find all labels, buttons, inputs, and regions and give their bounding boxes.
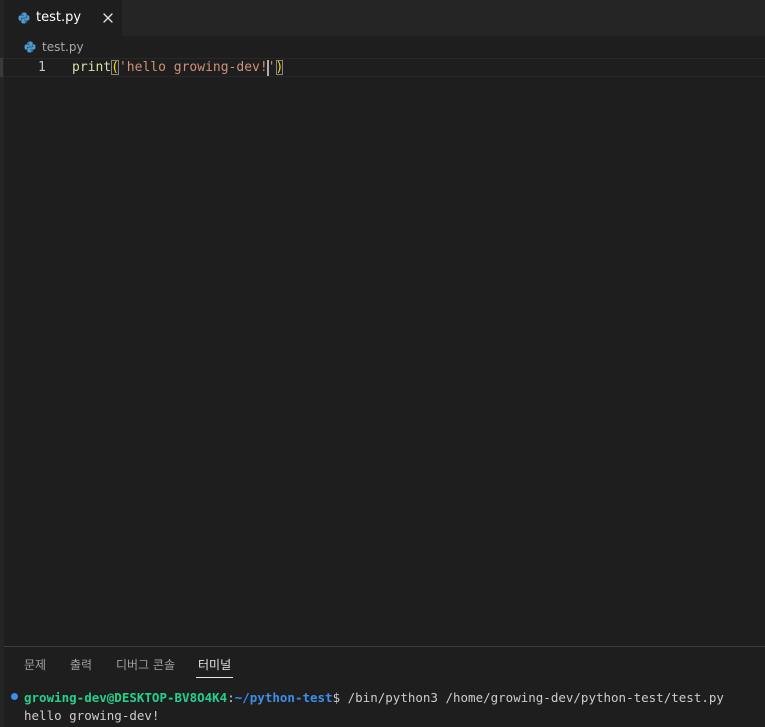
- tab-label: test.py: [36, 10, 82, 25]
- line-number: 1: [38, 60, 46, 75]
- token-open-paren: (: [111, 60, 119, 75]
- breadcrumb-file[interactable]: test.py: [42, 39, 84, 55]
- code-line[interactable]: print('hello growing-dev!'): [72, 60, 284, 76]
- panel-tab-terminal[interactable]: 터미널: [198, 657, 231, 673]
- active-tab-indicator: [196, 677, 233, 678]
- panel-tab-debug-console[interactable]: 디버그 콘솔: [116, 657, 175, 673]
- terminal-dollar: $: [332, 690, 341, 705]
- python-icon: [18, 12, 30, 24]
- terminal-colon: :: [227, 690, 235, 705]
- terminal-path: ~/python-test: [234, 690, 333, 705]
- panel-tab-problems[interactable]: 문제: [24, 657, 46, 673]
- tab-test-py[interactable]: test.py: [4, 0, 123, 36]
- vscode-window: test.py test.py 1 print('hello growing-d…: [0, 0, 765, 727]
- token-string: hello growing-dev!: [126, 60, 268, 75]
- terminal-user-host: growing-dev@DESKTOP-BV8O4K4: [24, 690, 228, 705]
- token-function: print: [72, 60, 112, 75]
- terminal-command-line[interactable]: growing-dev@DESKTOP-BV8O4K4:~/python-tes…: [24, 690, 724, 706]
- breadcrumb: [0, 36, 765, 58]
- token-quote-close: ': [267, 60, 276, 75]
- token-quote-open: ': [118, 60, 127, 75]
- token-close-paren: ): [275, 60, 284, 75]
- terminal-output-line: hello growing-dev!: [24, 708, 160, 723]
- code-editor[interactable]: [0, 58, 765, 646]
- panel-tab-output[interactable]: 출력: [70, 657, 92, 673]
- command-decoration-icon[interactable]: [11, 693, 18, 700]
- terminal-command: /bin/python3 /home/growing-dev/python-te…: [340, 690, 724, 705]
- line-indicator: [0, 58, 3, 77]
- close-icon[interactable]: [101, 11, 115, 25]
- editor-tab-bar: test.py: [0, 0, 765, 36]
- python-icon: [24, 41, 36, 53]
